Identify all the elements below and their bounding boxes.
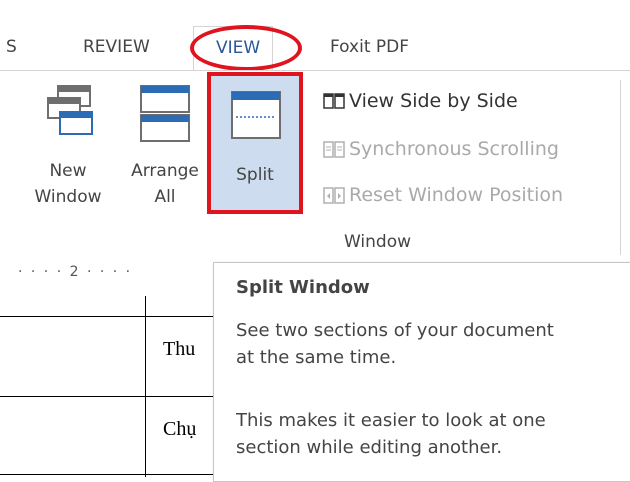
tab-review[interactable]: REVIEW	[83, 37, 150, 57]
tooltip-line-1: See two sections of your document	[236, 320, 554, 341]
table-cell-1[interactable]: Thu	[163, 338, 195, 361]
tab-partial[interactable]: S	[6, 37, 17, 57]
tooltip-line-4: section while editing another.	[236, 437, 503, 458]
split-icon	[231, 91, 281, 139]
view-tab-highlight-circle	[190, 25, 302, 71]
arrange-all-label-line2: All	[154, 187, 176, 207]
new-window-label-line1: New	[49, 161, 87, 181]
ribbon-separator	[620, 80, 621, 255]
synchronous-scrolling-icon	[323, 141, 345, 158]
new-window-icon	[47, 85, 93, 135]
arrange-all-label-line1: Arrange	[131, 161, 199, 181]
synchronous-scrolling-label: Synchronous Scrolling	[349, 138, 559, 160]
tooltip-line-3: This makes it easier to look at one	[236, 410, 546, 431]
view-side-by-side-label: View Side by Side	[349, 90, 518, 112]
new-window-button[interactable]: New Window	[28, 84, 108, 214]
tooltip-title: Split Window	[236, 277, 370, 298]
table-cell-2[interactable]: Chụ	[163, 418, 196, 441]
split-button[interactable]: Split	[207, 72, 303, 214]
tooltip-line-2: at the same time.	[236, 347, 397, 368]
ruler-ticks: · · · · 2 · · · ·	[18, 264, 133, 280]
ribbon-tab-strip: S REVIEW VIEW Foxit PDF	[0, 0, 630, 71]
table-line-top	[0, 316, 215, 317]
tab-foxit-pdf[interactable]: Foxit PDF	[330, 37, 409, 57]
table-line-vertical	[145, 296, 146, 477]
split-window-tooltip: Split Window See two sections of your do…	[213, 262, 630, 482]
group-label-window: Window	[344, 232, 412, 252]
arrange-all-icon	[140, 85, 190, 142]
table-line-bottom	[0, 474, 215, 475]
arrange-all-button[interactable]: Arrange All	[120, 84, 210, 214]
reset-window-position-label: Reset Window Position	[349, 184, 564, 206]
table-line-middle	[0, 396, 215, 397]
reset-window-position-icon	[323, 187, 345, 204]
new-window-label-line2: Window	[34, 187, 102, 207]
split-label: Split	[236, 165, 274, 185]
view-side-by-side-icon	[323, 93, 345, 109]
